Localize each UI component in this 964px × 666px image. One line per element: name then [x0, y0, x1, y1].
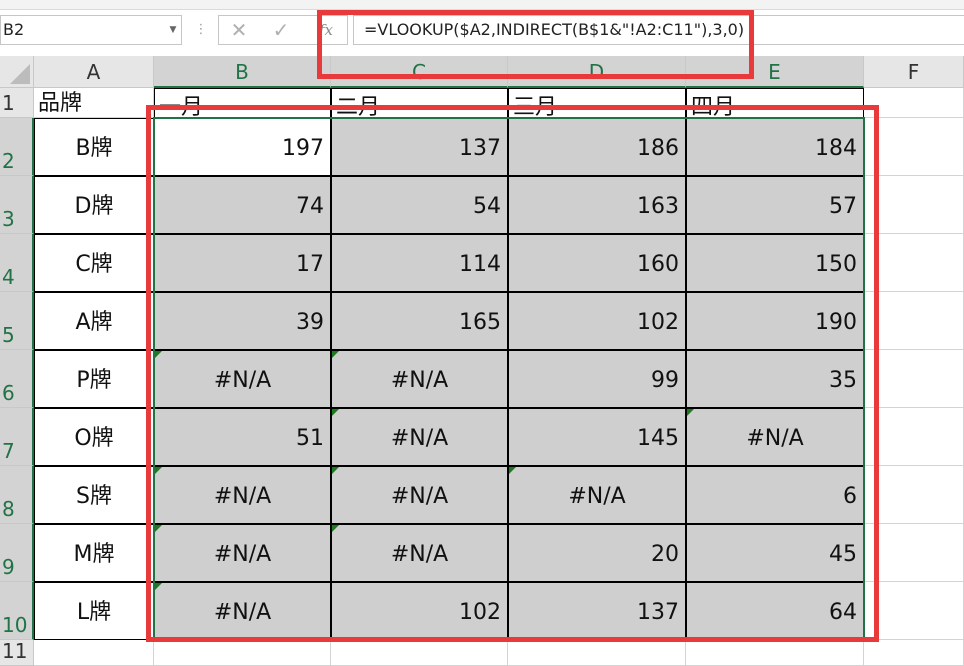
cell-F4[interactable] — [864, 234, 964, 292]
row-header-1[interactable]: 1 — [0, 88, 34, 118]
row-header-10[interactable]: 10 — [0, 582, 34, 640]
cell-value: 品牌 — [38, 91, 83, 116]
row-header-11[interactable]: 11 — [0, 639, 34, 666]
cell-D11[interactable] — [508, 640, 686, 666]
row-header-6[interactable]: 6 — [0, 350, 34, 408]
cell-F9[interactable] — [864, 524, 964, 582]
cell-A4[interactable]: C牌 — [34, 234, 154, 292]
cell-E11[interactable] — [686, 640, 864, 666]
row-header-8[interactable]: 8 — [0, 466, 34, 524]
row-number: 6 — [2, 381, 15, 405]
cell-value: C牌 — [75, 252, 113, 277]
row-header-7[interactable]: 7 — [0, 408, 34, 466]
cell-A10[interactable]: L牌 — [34, 582, 154, 640]
annotation-box-data — [146, 105, 879, 642]
row-header-3[interactable]: 3 — [0, 176, 34, 234]
cell-F2[interactable] — [864, 118, 964, 176]
cancel-icon[interactable]: ✕ — [226, 15, 252, 45]
cell-F3[interactable] — [864, 176, 964, 234]
cell-F5[interactable] — [864, 292, 964, 350]
cell-value: A牌 — [75, 310, 113, 335]
cell-A2[interactable]: B牌 — [34, 118, 154, 176]
column-header-a[interactable]: A — [34, 56, 154, 88]
cell-value: L牌 — [76, 600, 112, 625]
cell-F7[interactable] — [864, 408, 964, 466]
cell-F6[interactable] — [864, 350, 964, 408]
column-header-f[interactable]: F — [864, 56, 964, 88]
row-header-5[interactable]: 5 — [0, 292, 34, 350]
row-number: 10 — [2, 613, 28, 637]
row-number: 1 — [2, 91, 15, 115]
cell-B11[interactable] — [154, 640, 331, 666]
cell-A6[interactable]: P牌 — [34, 350, 154, 408]
row-number: 2 — [2, 149, 15, 173]
row-number: 7 — [2, 439, 15, 463]
select-all-triangle-icon — [10, 64, 30, 84]
row-number: 3 — [2, 207, 15, 231]
ribbon-edge — [0, 0, 964, 10]
cell-value: B牌 — [75, 136, 113, 161]
cell-F10[interactable] — [864, 582, 964, 640]
row-header-2[interactable]: 2 — [0, 118, 34, 176]
name-box[interactable]: B2 — [0, 15, 182, 45]
row-number: 11 — [2, 639, 28, 663]
cell-F8[interactable] — [864, 466, 964, 524]
cell-A3[interactable]: D牌 — [34, 176, 154, 234]
cell-F1[interactable] — [864, 88, 964, 118]
row-number: 4 — [2, 265, 15, 289]
cell-A9[interactable]: M牌 — [34, 524, 154, 582]
cell-value: D牌 — [74, 194, 114, 219]
row-header-9[interactable]: 9 — [0, 524, 34, 582]
resize-handle-icon[interactable]: ⋮ — [193, 15, 209, 45]
cell-value: P牌 — [76, 368, 112, 393]
annotation-box-formula — [317, 10, 754, 79]
row-header-4[interactable]: 4 — [0, 234, 34, 292]
cell-A7[interactable]: O牌 — [34, 408, 154, 466]
cell-F11[interactable] — [864, 640, 964, 666]
cell-value: S牌 — [76, 484, 112, 509]
chevron-down-icon[interactable]: ▼ — [165, 15, 181, 45]
cell-A5[interactable]: A牌 — [34, 292, 154, 350]
row-number: 8 — [2, 497, 15, 521]
cell-value: O牌 — [74, 426, 114, 451]
column-header-b[interactable]: B — [154, 56, 331, 88]
cell-A1[interactable]: 品牌 — [34, 88, 154, 118]
check-icon[interactable]: ✓ — [268, 15, 294, 45]
cell-value: M牌 — [73, 542, 115, 567]
row-number: 5 — [2, 323, 15, 347]
cell-A8[interactable]: S牌 — [34, 466, 154, 524]
cell-A11[interactable] — [34, 640, 154, 666]
row-number: 9 — [2, 555, 15, 579]
cell-C11[interactable] — [331, 640, 508, 666]
